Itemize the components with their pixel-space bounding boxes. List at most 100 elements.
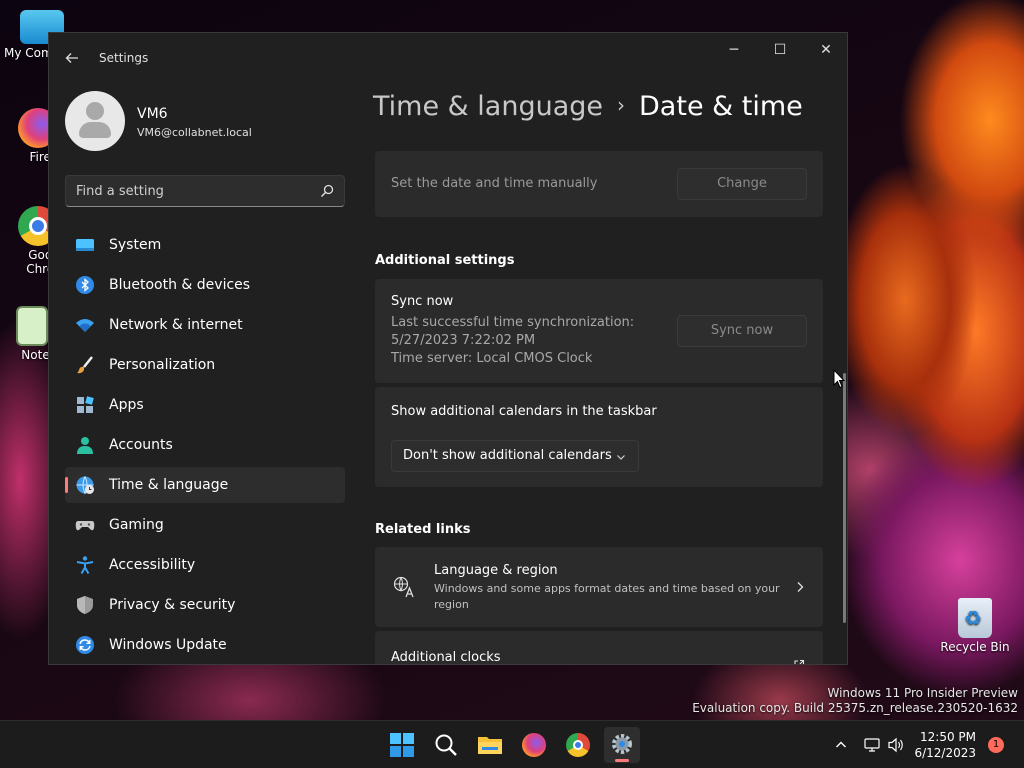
user-email: VM6@collabnet.local bbox=[137, 126, 252, 139]
sidebar-item-label: Network & internet bbox=[109, 317, 243, 333]
gamepad-icon bbox=[75, 521, 95, 531]
language-region-icon bbox=[393, 576, 414, 598]
language-region-desc: region bbox=[434, 598, 469, 611]
breadcrumb: Time & language › Date & time bbox=[373, 91, 803, 122]
taskbar-settings[interactable] bbox=[604, 727, 640, 763]
folder-icon bbox=[478, 737, 502, 754]
language-region-desc: Windows and some apps format dates and t… bbox=[434, 582, 780, 595]
sidebar-item-label: Time & language bbox=[109, 477, 229, 493]
sidebar-item-accessibility[interactable]: Accessibility bbox=[65, 547, 345, 583]
taskbar-firefox[interactable] bbox=[516, 727, 552, 763]
wifi-icon bbox=[76, 319, 94, 332]
sidebar-item-system[interactable]: System bbox=[65, 227, 345, 263]
back-button[interactable] bbox=[61, 47, 83, 69]
sidebar-item-apps[interactable]: Apps bbox=[65, 387, 345, 423]
additional-settings-heading: Additional settings bbox=[375, 253, 515, 268]
firefox-icon bbox=[522, 733, 546, 757]
sidebar-item-accounts[interactable]: Accounts bbox=[65, 427, 345, 463]
search-input[interactable] bbox=[76, 182, 306, 200]
sidebar-item-bluetooth[interactable]: Bluetooth & devices bbox=[65, 267, 345, 303]
watermark-line: Windows 11 Pro Insider Preview bbox=[827, 686, 1018, 700]
chevron-up-icon[interactable] bbox=[835, 739, 847, 751]
taskbar: 12:50 PM 6/12/2023 1 bbox=[0, 720, 1024, 768]
user-profile[interactable]: VM6 VM6@collabnet.local bbox=[65, 91, 355, 151]
search-icon[interactable] bbox=[320, 184, 334, 198]
minimize-button[interactable]: ─ bbox=[711, 33, 757, 67]
windows-logo-icon bbox=[390, 733, 414, 757]
notepad-icon bbox=[16, 306, 48, 346]
taskbar-date: 6/12/2023 bbox=[914, 746, 976, 760]
additional-clocks-link[interactable]: Additional clocks bbox=[375, 631, 823, 665]
chrome-icon bbox=[566, 733, 590, 757]
change-button[interactable]: Change bbox=[677, 168, 807, 200]
additional-calendars-dropdown[interactable]: Don't show additional calendars bbox=[391, 440, 639, 472]
person-icon bbox=[77, 437, 93, 454]
breadcrumb-parent[interactable]: Time & language bbox=[373, 91, 603, 122]
update-icon bbox=[76, 636, 94, 654]
additional-calendars-card: Show additional calendars in the taskbar… bbox=[375, 387, 823, 487]
page-title: Date & time bbox=[639, 91, 803, 122]
start-button[interactable] bbox=[384, 727, 420, 763]
sidebar-item-label: Personalization bbox=[109, 357, 216, 373]
sidebar-item-label: Windows Update bbox=[109, 637, 227, 653]
recycle-bin-icon: ♻ bbox=[958, 598, 992, 638]
sidebar-item-time-language[interactable]: Time & language bbox=[65, 467, 345, 503]
brush-icon bbox=[77, 356, 93, 374]
desktop-icon-recycle-bin[interactable]: ♻ Recycle Bin bbox=[940, 598, 1010, 654]
gear-icon bbox=[612, 734, 632, 754]
accessibility-icon bbox=[76, 556, 94, 575]
taskbar-clock[interactable]: 12:50 PM 6/12/2023 bbox=[914, 729, 976, 761]
title-bar[interactable]: Settings ─ ☐ ✕ bbox=[49, 33, 847, 81]
chevron-right-icon bbox=[797, 582, 804, 592]
sidebar-item-privacy[interactable]: Privacy & security bbox=[65, 587, 345, 623]
sidebar-item-label: Accounts bbox=[109, 437, 173, 453]
search-icon bbox=[435, 734, 457, 756]
volume-icon[interactable] bbox=[888, 737, 904, 753]
set-time-manually-label: Set the date and time manually bbox=[391, 176, 598, 191]
sidebar-item-label: Privacy & security bbox=[109, 597, 236, 613]
avatar bbox=[65, 91, 125, 151]
set-time-manually-card: Set the date and time manually Change bbox=[375, 151, 823, 217]
taskbar-chrome[interactable] bbox=[560, 727, 596, 763]
content-scrollbar[interactable] bbox=[843, 373, 846, 623]
system-icon bbox=[76, 239, 94, 251]
language-region-link[interactable]: Language & region Windows and some apps … bbox=[375, 547, 823, 627]
additional-calendars-title: Show additional calendars in the taskbar bbox=[391, 404, 657, 419]
taskbar-file-explorer[interactable] bbox=[472, 727, 508, 763]
time-server-label: Time server: Local CMOS Clock bbox=[391, 351, 593, 366]
windows-watermark: Windows 11 Pro Insider Preview Evaluatio… bbox=[692, 686, 1018, 716]
external-link-icon bbox=[794, 659, 805, 664]
breadcrumb-separator: › bbox=[617, 93, 626, 117]
sidebar-nav: System Bluetooth & devices Network & int… bbox=[65, 227, 345, 664]
sync-last-label: Last successful time synchronization: bbox=[391, 315, 635, 330]
close-button[interactable]: ✕ bbox=[803, 33, 847, 67]
dropdown-selected-value: Don't show additional calendars bbox=[403, 448, 612, 463]
sync-now-button[interactable]: Sync now bbox=[677, 315, 807, 347]
maximize-button[interactable]: ☐ bbox=[757, 33, 803, 67]
user-name: VM6 bbox=[137, 106, 168, 122]
sidebar-item-label: Gaming bbox=[109, 517, 164, 533]
sidebar-item-gaming[interactable]: Gaming bbox=[65, 507, 345, 543]
chevron-down-icon bbox=[616, 441, 626, 475]
sidebar-item-windows-update[interactable]: Windows Update bbox=[65, 627, 345, 663]
sidebar-item-label: Bluetooth & devices bbox=[109, 277, 251, 293]
sidebar-item-label: Apps bbox=[109, 397, 144, 413]
back-arrow-icon bbox=[65, 53, 78, 63]
bluetooth-icon bbox=[76, 276, 94, 294]
globe-clock-icon bbox=[76, 476, 94, 495]
taskbar-search-button[interactable] bbox=[428, 727, 464, 763]
mouse-cursor-icon bbox=[833, 369, 845, 389]
active-app-indicator bbox=[615, 759, 629, 762]
sidebar-item-network[interactable]: Network & internet bbox=[65, 307, 345, 343]
sidebar-item-label: Accessibility bbox=[109, 557, 196, 573]
notification-badge[interactable]: 1 bbox=[988, 737, 1004, 753]
search-box[interactable] bbox=[65, 175, 345, 207]
apps-icon bbox=[77, 396, 94, 413]
taskbar-time: 12:50 PM bbox=[920, 730, 976, 744]
sync-last-timestamp: 5/27/2023 7:22:02 PM bbox=[391, 333, 536, 348]
sidebar-item-personalization[interactable]: Personalization bbox=[65, 347, 345, 383]
content-pane[interactable]: Set the date and time manually Change Ad… bbox=[375, 141, 823, 665]
network-icon[interactable] bbox=[864, 737, 880, 753]
additional-clocks-title: Additional clocks bbox=[391, 650, 501, 665]
watermark-line: Evaluation copy. Build 25375.zn_release.… bbox=[692, 701, 1018, 715]
